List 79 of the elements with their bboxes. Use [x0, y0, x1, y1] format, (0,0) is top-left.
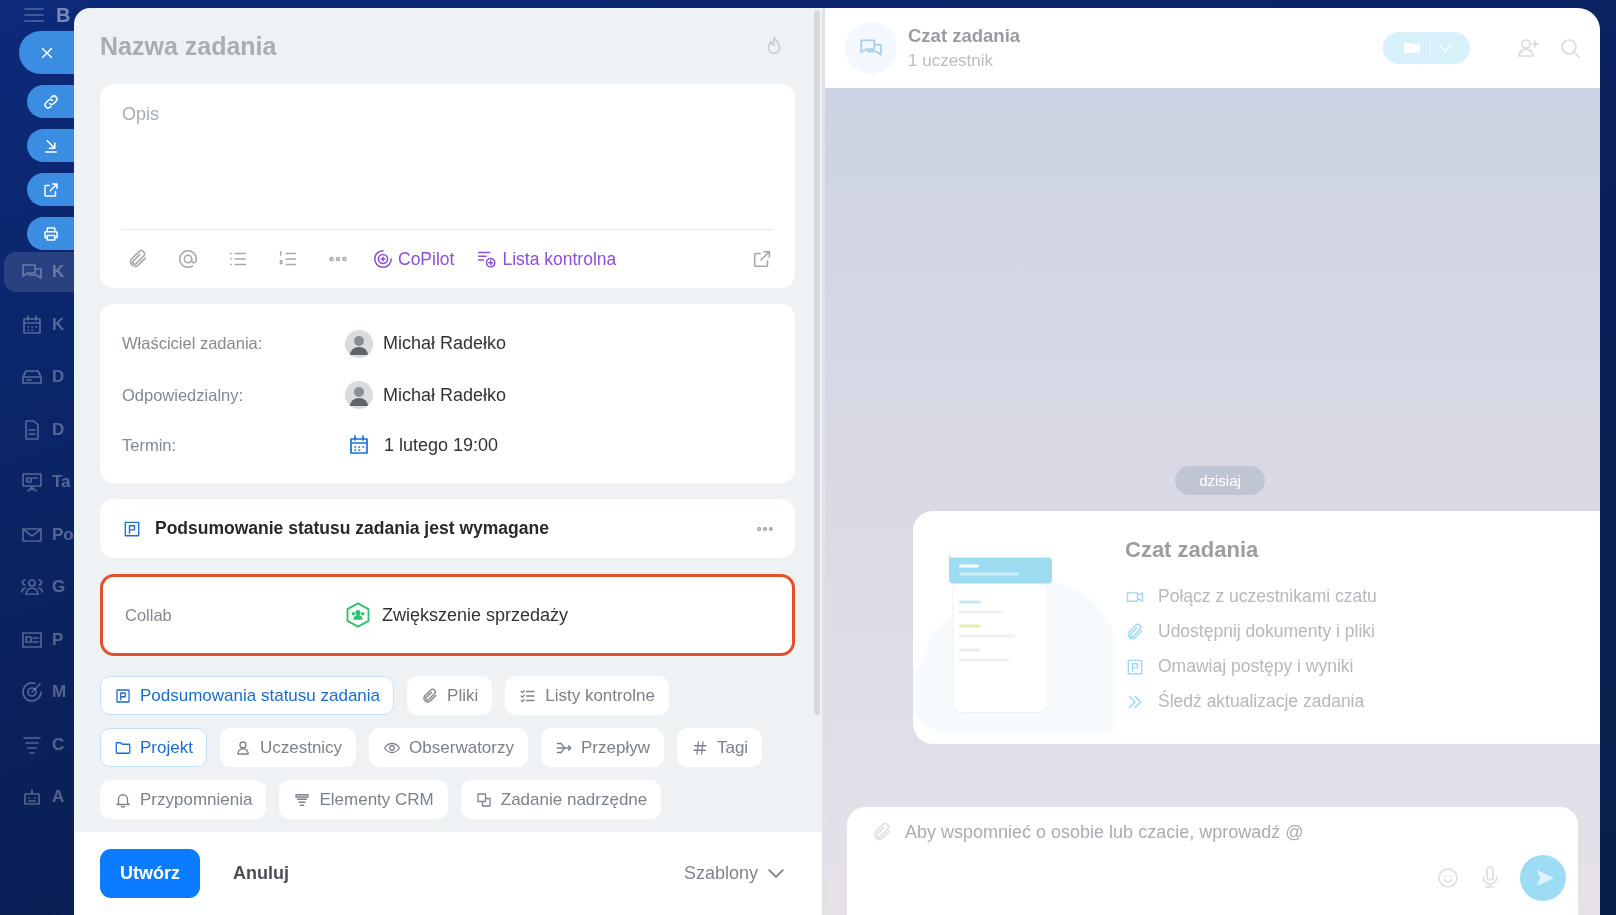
- field-value[interactable]: Michał Radełko: [383, 333, 507, 355]
- sidebar-item[interactable]: Ta: [4, 462, 74, 502]
- paperclip-icon[interactable]: [127, 248, 149, 270]
- sidebar-item[interactable]: Po: [4, 514, 74, 555]
- link-icon: [41, 92, 60, 111]
- subtask-icon: [474, 790, 493, 809]
- add-person-icon[interactable]: [1516, 36, 1540, 60]
- status-summary-text: Podsumowanie statusu zadania jest wymagane: [155, 518, 550, 539]
- close-button[interactable]: [19, 31, 74, 74]
- logo-text: B: [56, 3, 71, 27]
- message-input[interactable]: Aby wspomnieć o osobie lub czacie, wprowadź @: [847, 807, 1578, 915]
- field-label: Właściciel zadania:: [122, 334, 264, 354]
- smiley-icon[interactable]: [1436, 866, 1460, 890]
- sidebar-item[interactable]: D: [4, 409, 74, 450]
- create-button[interactable]: Utwórz: [100, 849, 200, 898]
- feature-text: Omawiaj postępy i wyniki: [1158, 656, 1354, 677]
- section-chip[interactable]: Pliki: [407, 676, 493, 715]
- external-link-icon: [41, 180, 60, 199]
- field-value[interactable]: Michał Radełko: [383, 385, 507, 406]
- section-chip[interactable]: Podsumowania statusu zadania: [100, 676, 395, 715]
- spiral-icon: [372, 248, 394, 270]
- hash-icon: [690, 738, 709, 757]
- avatar: [345, 329, 373, 358]
- date-divider: dzisiaj: [1175, 466, 1265, 495]
- paperclip-icon: [421, 686, 440, 705]
- sidebar-item[interactable]: A: [4, 777, 74, 817]
- section-chip[interactable]: Przypomnienia: [100, 780, 267, 819]
- presentation-icon: [20, 470, 44, 494]
- field-value[interactable]: 1 lutego 19:00: [384, 434, 499, 456]
- section-chip[interactable]: Obserwatorzy: [369, 728, 528, 767]
- action-button[interactable]: [27, 129, 74, 162]
- printer-icon: [41, 224, 60, 243]
- section-chip[interactable]: Tagi: [676, 728, 763, 767]
- sidebar-item[interactable]: P: [4, 619, 74, 660]
- sidebar-item[interactable]: G: [4, 567, 74, 607]
- flag-icon: [114, 686, 132, 705]
- feature-text: Udostępnij dokumenty i pliki: [1158, 621, 1375, 642]
- sidebar-item[interactable]: D: [4, 357, 74, 397]
- action-button[interactable]: [27, 173, 74, 206]
- sidebar-item[interactable]: K: [4, 252, 74, 292]
- video-call-button[interactable]: [1383, 32, 1470, 64]
- task-title-field[interactable]: Nazwa zadania: [100, 31, 277, 61]
- at-sign-icon[interactable]: [177, 248, 199, 270]
- field-label: Odpowiedzialny:: [122, 386, 245, 405]
- section-chip[interactable]: Zadanie nadrzędne: [460, 780, 662, 819]
- section-chip[interactable]: Projekt: [100, 728, 207, 767]
- templates-dropdown[interactable]: Szablony: [683, 863, 784, 884]
- avatar: [345, 381, 373, 410]
- section-chip[interactable]: Uczestnicy: [219, 728, 357, 767]
- group-hexagon-icon: [344, 601, 372, 629]
- chevron-down-icon: [768, 869, 784, 878]
- section-chip[interactable]: Elementy CRM: [279, 780, 448, 819]
- sidebar-item[interactable]: M: [4, 672, 74, 712]
- paperclip-icon: [1125, 621, 1145, 642]
- field-label: Collab: [125, 605, 173, 625]
- checklist-button[interactable]: Lista kontrolna: [476, 248, 617, 270]
- chevron-down-icon: [1439, 44, 1451, 52]
- field-label: Termin:: [122, 435, 178, 455]
- sidebar-item[interactable]: C: [4, 724, 74, 765]
- action-button[interactable]: [27, 85, 74, 118]
- section-chip[interactable]: Przepływ: [541, 728, 664, 767]
- cancel-button[interactable]: Anuluj: [213, 855, 309, 892]
- target-icon: [20, 680, 44, 704]
- calendar-icon: [20, 312, 44, 337]
- action-button[interactable]: [27, 217, 74, 250]
- search-icon[interactable]: [1558, 36, 1582, 60]
- collab-value[interactable]: Zwiększenie sprzedaży: [382, 604, 569, 626]
- description-field[interactable]: Opis: [122, 104, 773, 229]
- scrollbar[interactable]: [814, 10, 820, 715]
- intro-title: Czat zadania: [1125, 537, 1260, 563]
- send-button[interactable]: [1520, 855, 1566, 901]
- sidebar-item[interactable]: K: [4, 304, 74, 345]
- feature-text: Śledź aktualizacje zadania: [1158, 691, 1365, 712]
- copilot-button[interactable]: CoPilot: [372, 248, 455, 270]
- external-link-icon[interactable]: [751, 248, 773, 270]
- chat-title: Czat zadania: [908, 25, 1022, 47]
- section-chip[interactable]: Listy kontrolne: [505, 676, 669, 715]
- paperclip-icon[interactable]: [871, 821, 893, 843]
- feature-text: Połącz z uczestnikami czatu: [1158, 586, 1377, 607]
